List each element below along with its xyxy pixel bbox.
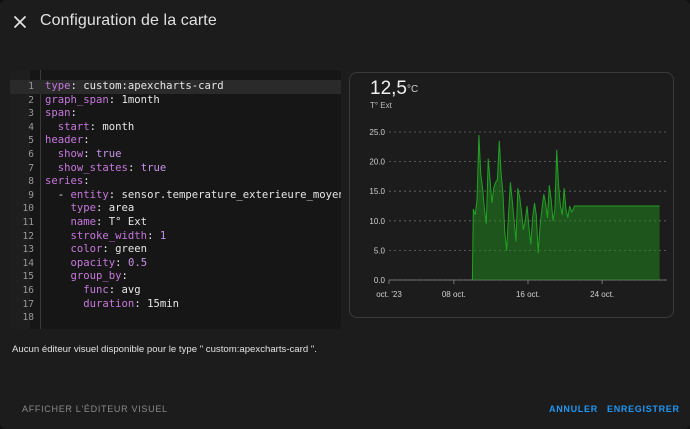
line-number: 9 <box>28 189 34 201</box>
x-tick-label: 08 oct. <box>442 290 466 299</box>
cancel-button[interactable]: ANNULER <box>549 404 598 414</box>
code-text: type: area <box>70 202 135 215</box>
code-text: func: avg <box>83 284 141 296</box>
code-line[interactable]: 12 stroke_width: 1 <box>10 230 341 244</box>
dialog-header: Configuration de la carte <box>0 0 690 46</box>
line-number: 8 <box>28 176 34 188</box>
code-line[interactable]: 8 series: <box>10 175 341 189</box>
y-tick-label: 15.0 <box>369 187 385 196</box>
code-text: name: T° Ext <box>70 216 148 228</box>
code-text: span: <box>45 107 77 120</box>
code-line[interactable]: 1 type: custom:apexcharts-card <box>10 80 341 94</box>
line-number: 10 <box>22 203 34 215</box>
code-text: show: true <box>57 148 122 160</box>
code-text: stroke_width: 1 <box>70 229 167 242</box>
card-config-dialog: Configuration de la carte 1 type: custom:… <box>0 0 690 429</box>
code-line[interactable]: 2 graph_span: 1month <box>10 94 341 108</box>
code-line[interactable]: 16 func: avg <box>10 284 341 298</box>
line-number: 13 <box>22 244 34 256</box>
code-line[interactable]: 15 group_by: <box>10 270 341 284</box>
code-text: graph_span: 1month <box>45 93 160 106</box>
code-line[interactable]: 3 span: <box>10 107 341 121</box>
y-tick-label: 20.0 <box>369 158 385 167</box>
code-line[interactable]: 11 name: T° Ext <box>10 216 341 230</box>
code-line[interactable]: 4 start: month <box>10 121 341 135</box>
line-number: 15 <box>22 271 34 283</box>
line-number: 18 <box>22 312 34 324</box>
area-chart: 0.0 5.0 10.0 15.0 20.0 25.0 oct. '23 08 oct. 16 … <box>369 128 667 299</box>
code-text: start: month <box>57 120 135 133</box>
code-line[interactable]: 14 opacity: 0.5 <box>10 257 341 271</box>
yaml-code-editor[interactable]: 1 type: custom:apexcharts-card 2 graph_span… <box>10 70 341 329</box>
dialog-title: Configuration de la carte <box>40 12 217 29</box>
code-text: type: custom:apexcharts-card <box>45 80 224 92</box>
line-number: 1 <box>28 81 34 92</box>
code-text: duration: 15min <box>83 297 179 310</box>
no-visual-editor-message: Aucun éditeur visuel disponible pour le … <box>12 344 317 355</box>
code-text: opacity: 0.5 <box>70 256 148 269</box>
x-tick-label: oct. '23 <box>376 290 402 299</box>
code-line[interactable]: 13 color: green <box>10 243 341 257</box>
code-text: group_by: <box>70 270 128 283</box>
line-number: 14 <box>22 257 34 269</box>
code-text: header: <box>45 134 90 147</box>
line-number: 17 <box>22 298 34 310</box>
code-line[interactable]: 7 show_states: true <box>10 162 341 176</box>
y-tick-label: 25.0 <box>369 128 385 137</box>
y-tick-label: 10.0 <box>369 217 385 226</box>
line-number: 2 <box>28 94 34 106</box>
code-text: - entity: sensor.temperature_exterieure_… <box>45 188 341 201</box>
code-line[interactable]: 17 duration: 15min <box>10 298 341 312</box>
code-line[interactable]: 9 - entity: sensor.temperature_exterieur… <box>10 189 341 203</box>
line-number: 16 <box>22 285 34 296</box>
line-number: 3 <box>28 108 34 120</box>
save-button[interactable]: ENREGISTRER <box>607 404 680 414</box>
code-text: color: green <box>70 243 148 256</box>
line-number: 5 <box>28 135 34 147</box>
code-text: series: <box>45 175 90 188</box>
code-line[interactable]: 6 show: true <box>10 148 341 162</box>
code-line[interactable]: 18 <box>10 311 341 325</box>
preview-card: 12,5 °C T° Ext 0.0 5.0 10.0 15.0 20.0 25.0 oct… <box>349 72 674 318</box>
line-number: 11 <box>22 217 34 228</box>
show-visual-editor-button[interactable]: AFFICHER L'ÉDITEUR VISUEL <box>22 404 168 414</box>
y-tick-label: 5.0 <box>374 246 386 255</box>
y-tick-label: 0.0 <box>374 276 386 285</box>
x-tick-label: 16 oct. <box>516 290 540 299</box>
code-text: show_states: true <box>57 161 167 174</box>
line-number: 7 <box>28 162 34 174</box>
code-line[interactable]: 10 type: area <box>10 202 341 216</box>
close-button[interactable] <box>8 10 32 34</box>
x-tick-label: 24 oct. <box>590 290 614 299</box>
line-number: 12 <box>22 230 34 242</box>
line-number: 4 <box>28 121 34 133</box>
close-icon <box>14 16 26 28</box>
code-line[interactable]: 5 header: <box>10 134 341 148</box>
line-number: 6 <box>28 149 34 160</box>
